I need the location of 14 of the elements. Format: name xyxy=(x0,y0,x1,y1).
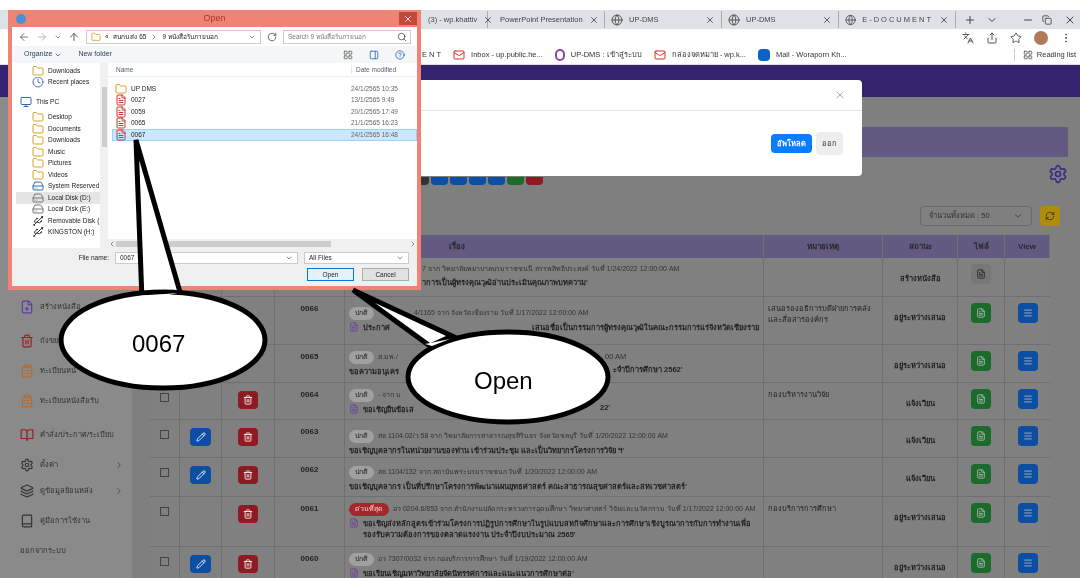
column-header: View xyxy=(1005,235,1050,258)
document-number: 0061 xyxy=(300,504,319,513)
callout-text: 0067 xyxy=(132,329,186,359)
dialog-title: Open xyxy=(203,11,226,25)
column-header: หมายเหตุ xyxy=(764,235,883,258)
document-number: 0060 xyxy=(300,554,319,563)
document-number: 0064 xyxy=(300,390,319,399)
document-number: 0066 xyxy=(300,304,319,313)
document-number: 0065 xyxy=(300,352,319,361)
column-header: สถานะ xyxy=(883,235,958,258)
document-number: 0063 xyxy=(300,427,319,436)
document-number: 0062 xyxy=(300,465,319,474)
column-header: ไฟล์ xyxy=(958,235,1005,258)
callout-text: Open xyxy=(474,366,533,396)
